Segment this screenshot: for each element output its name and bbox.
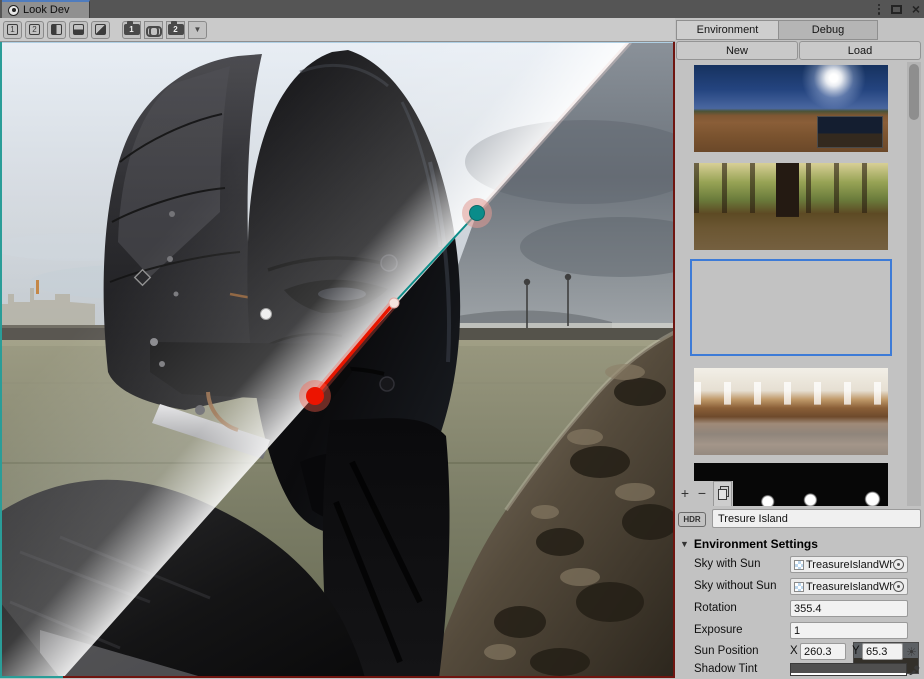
camera-2-icon: 2 xyxy=(168,24,184,35)
duplicate-hdri-button[interactable] xyxy=(713,481,732,506)
duplicate-icon xyxy=(718,488,727,499)
camera-1-icon: 1 xyxy=(124,24,140,35)
object-picker-icon[interactable] xyxy=(893,581,904,592)
shadow-tint-color-swatch[interactable] xyxy=(790,663,907,676)
single-view-1-button[interactable]: 1 xyxy=(3,21,22,39)
hdri-thumbnail-church[interactable] xyxy=(694,368,888,455)
setting-row-sky-with-sun: Sky with Sun TreasureIslandWh xyxy=(675,556,924,574)
split-handle-center[interactable] xyxy=(389,298,399,308)
environment-panel: Environment Debug New Load + − HDR Tresu… xyxy=(675,18,924,678)
texture-icon xyxy=(794,582,804,592)
sun-y-field[interactable]: 65.3 xyxy=(862,643,903,660)
camera-1-button[interactable]: 1 xyxy=(122,21,141,39)
tab-environment[interactable]: Environment xyxy=(676,20,779,40)
thumbnail-scrollbar-track[interactable] xyxy=(907,62,921,506)
split-horizontal-icon xyxy=(73,24,84,35)
viewport-border-view2-right xyxy=(673,42,675,678)
sun-icon[interactable]: ☀ xyxy=(903,643,920,660)
hdri-thumbnail-outback[interactable] xyxy=(694,65,888,152)
split-handle-red[interactable] xyxy=(306,387,324,405)
link-cameras-button[interactable] xyxy=(144,21,163,39)
hdri-list-toolbar: + − xyxy=(675,481,733,506)
rendered-scene xyxy=(0,42,675,678)
thumbnail-scrollbar-thumb[interactable] xyxy=(909,64,919,120)
window-controls: × xyxy=(878,0,920,18)
remove-hdri-button[interactable]: − xyxy=(694,484,710,501)
single-view-2-button[interactable]: 2 xyxy=(25,21,44,39)
chevron-down-icon: ▼ xyxy=(194,25,202,34)
lookdev-toolbar: 1 2 1 2 ▼ xyxy=(0,18,675,42)
setting-row-sky-without-sun: Sky without Sun TreasureIslandWh xyxy=(675,578,924,596)
eyedropper-icon[interactable] xyxy=(908,662,920,676)
close-icon[interactable]: × xyxy=(912,2,920,16)
link-icon xyxy=(146,25,162,35)
exposure-field[interactable]: 1 xyxy=(790,622,908,639)
new-environment-button[interactable]: New xyxy=(676,41,798,60)
viewport-border-top xyxy=(0,42,675,43)
setting-row-shadow-tint: Shadow Tint xyxy=(675,661,924,679)
setting-row-exposure: Exposure 1 xyxy=(675,622,924,640)
viewport-border-view1 xyxy=(0,42,2,678)
lookdev-eye-icon xyxy=(8,5,19,16)
camera-2-button[interactable]: 2 xyxy=(166,21,185,39)
camera-options-dropdown[interactable]: ▼ xyxy=(188,21,207,39)
window-menu-icon[interactable] xyxy=(878,4,881,15)
maximize-icon[interactable] xyxy=(891,5,902,14)
split-horizontal-button[interactable] xyxy=(69,21,88,39)
window-titlebar: Look Dev × xyxy=(0,0,924,18)
hdri-name-field[interactable]: Tresure Island xyxy=(712,509,921,528)
load-environment-button[interactable]: Load xyxy=(799,41,921,60)
setting-row-sun-position: Sun Position X 260.3 Y 65.3 ☀ xyxy=(675,643,924,661)
hdr-badge: HDR xyxy=(678,512,706,527)
texture-icon xyxy=(794,560,804,570)
add-hdri-button[interactable]: + xyxy=(677,484,693,501)
rotation-field[interactable]: 355.4 xyxy=(790,600,908,617)
object-picker-icon[interactable] xyxy=(893,559,904,570)
split-diagonal-icon xyxy=(95,24,106,35)
hdri-thumbnail-inset xyxy=(817,116,883,148)
window-tab-label: Look Dev xyxy=(23,4,69,16)
lookdev-viewport[interactable] xyxy=(0,42,675,678)
hdri-thumbnail-forest[interactable] xyxy=(694,163,888,250)
selected-thumbnail-outline xyxy=(690,259,892,356)
foldout-arrow-icon: ▼ xyxy=(680,539,689,549)
sun-x-field[interactable]: 260.3 xyxy=(800,643,846,660)
sky-without-sun-object-field[interactable]: TreasureIslandWh xyxy=(790,578,908,595)
environment-settings-header[interactable]: ▼ Environment Settings xyxy=(680,537,818,551)
sky-with-sun-object-field[interactable]: TreasureIslandWh xyxy=(790,556,908,573)
lookdev-window-tab[interactable]: Look Dev xyxy=(2,0,90,18)
tab-debug[interactable]: Debug xyxy=(779,20,878,40)
split-diagonal-button[interactable] xyxy=(91,21,110,39)
split-vertical-button[interactable] xyxy=(47,21,66,39)
split-vertical-icon xyxy=(51,24,62,35)
split-handle-teal[interactable] xyxy=(470,206,485,221)
setting-row-rotation: Rotation 355.4 xyxy=(675,600,924,618)
